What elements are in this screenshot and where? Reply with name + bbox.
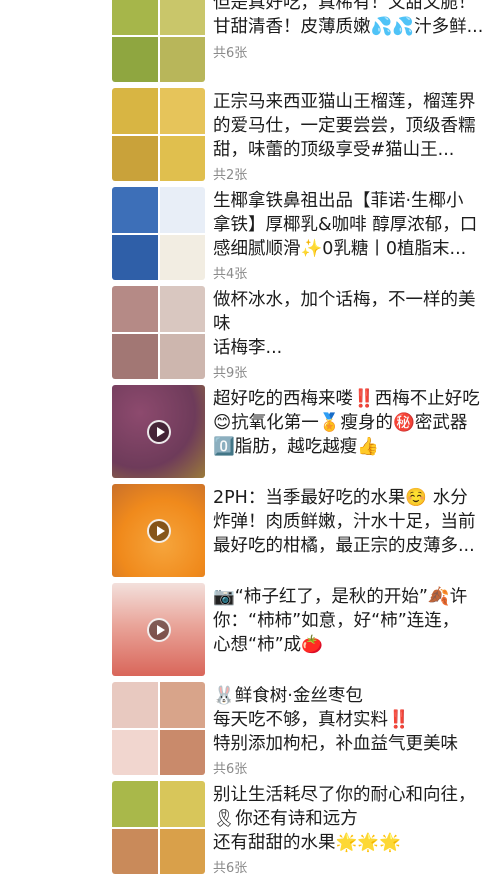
feed-item[interactable]: 📷“柿子红了，是秋的开始”🍂许 你：“柿柿”如意，好“柿”连连， 心想“柿”成🍅	[0, 580, 500, 679]
post-line: 😊抗氧化第一🏅瘦身的㊙️密武器	[213, 413, 468, 433]
thumbnail-photo	[112, 729, 158, 775]
post-line: 的爱马仕，一定要尝尝，顶级香糯	[213, 116, 476, 136]
post-line: 你：“柿柿”如意，好“柿”连连，	[213, 611, 460, 631]
thumbnail-photo	[112, 187, 158, 233]
post-text: 超好吃的西梅来喽‼️西梅不止好吃 😊抗氧化第一🏅瘦身的㊙️密武器 0️⃣脂肪，越…	[213, 387, 485, 459]
thumbnail-grid	[112, 187, 205, 280]
video-thumbnail	[112, 484, 205, 577]
thumbnail-photo	[112, 135, 158, 181]
play-icon[interactable]	[147, 420, 171, 444]
thumbnail-photo	[112, 234, 158, 280]
post-line: 别让生活耗尽了你的耐心和向往，	[213, 785, 476, 805]
post-line: 📷“柿子红了，是秋的开始”🍂许	[213, 587, 468, 607]
image-count: 共4张	[213, 267, 248, 282]
post-text: 但是真好吃，真稀有！又甜又脆！ 甘甜清香！皮薄质嫩💦💦汁多鲜...	[213, 0, 485, 39]
feed-item[interactable]: 2PH：当季最好吃的水果☺️ 水分 炸弹！肉质鲜嫩，汁水十足，当前 最好吃的柑橘…	[0, 481, 500, 580]
thumbnail-photo	[159, 729, 205, 775]
feed-item[interactable]: 正宗马来西亚猫山王榴莲，榴莲界 的爱马仕，一定要尝尝，顶级香糯 甜，味蕾的顶级享…	[0, 85, 500, 184]
image-count: 共2张	[213, 168, 248, 183]
post-line: 味	[213, 314, 231, 334]
thumbnail-photo	[159, 828, 205, 874]
post-line: 心想“柿”成🍅	[213, 635, 323, 655]
image-count: 共6张	[213, 46, 248, 61]
post-text: 🐰鲜食树·金丝枣包 每天吃不够，真材实料‼️ 特别添加枸杞，补血益气更美味	[213, 684, 485, 756]
feed-item[interactable]: 但是真好吃，真稀有！又甜又脆！ 甘甜清香！皮薄质嫩💦💦汁多鲜... 共6张	[0, 0, 500, 85]
thumbnail-grid	[112, 88, 205, 181]
post-line: 0️⃣脂肪，越吃越瘦👍	[213, 437, 380, 457]
feed-item[interactable]: 做杯冰水，加个话梅，不一样的美 味 话梅李... 共9张	[0, 283, 500, 382]
post-line: 但是真好吃，真稀有！又甜又脆！	[213, 0, 476, 13]
post-line: 特别添加枸杞，补血益气更美味	[213, 734, 458, 754]
post-line: 正宗马来西亚猫山王榴莲，榴莲界	[213, 92, 476, 112]
feed-item[interactable]: 🐰鲜食树·金丝枣包 每天吃不够，真材实料‼️ 特别添加枸杞，补血益气更美味 共6…	[0, 679, 500, 778]
play-icon[interactable]	[147, 618, 171, 642]
thumbnail-photo	[159, 36, 205, 82]
post-line: 生椰拿铁鼻祖出品【菲诺·生椰小	[213, 191, 464, 211]
post-line: 超好吃的西梅来喽‼️西梅不止好吃	[213, 389, 480, 409]
post-line: 🐰鲜食树·金丝枣包	[213, 686, 363, 706]
thumbnail-photo	[159, 88, 205, 134]
post-line: 拿铁】厚椰乳&咖啡 醇厚浓郁，口	[213, 215, 478, 235]
thumbnail-photo	[112, 682, 158, 728]
image-count: 共6张	[213, 861, 248, 876]
post-line: 还有甜甜的水果🌟🌟🌟	[213, 833, 401, 853]
thumbnail-grid	[112, 0, 205, 82]
image-count: 共9张	[213, 366, 248, 381]
thumbnail-grid	[112, 781, 205, 874]
thumbnail-photo	[112, 828, 158, 874]
post-text: 生椰拿铁鼻祖出品【菲诺·生椰小 拿铁】厚椰乳&咖啡 醇厚浓郁，口 感细腻顺滑✨0…	[213, 189, 485, 261]
thumbnail-photo	[112, 88, 158, 134]
thumbnail-photo	[112, 36, 158, 82]
image-count: 共6张	[213, 762, 248, 777]
post-text: 📷“柿子红了，是秋的开始”🍂许 你：“柿柿”如意，好“柿”连连， 心想“柿”成🍅	[213, 585, 485, 657]
thumbnail-photo	[159, 135, 205, 181]
thumbnail-photo	[112, 0, 158, 35]
feed-item[interactable]: 生椰拿铁鼻祖出品【菲诺·生椰小 拿铁】厚椰乳&咖啡 醇厚浓郁，口 感细腻顺滑✨0…	[0, 184, 500, 283]
thumbnail-photo	[112, 333, 158, 379]
video-thumbnail	[112, 385, 205, 478]
post-line: 最好吃的柑橘，最正宗的皮薄多...	[213, 536, 475, 556]
thumbnail-photo	[159, 682, 205, 728]
feed-item[interactable]: 别让生活耗尽了你的耐心和向往， 🎗你还有诗和远方 还有甜甜的水果🌟🌟🌟 共6张	[0, 778, 500, 877]
post-line: 🎗你还有诗和远方	[213, 809, 358, 829]
thumbnail-photo	[159, 187, 205, 233]
thumbnail-photo	[159, 286, 205, 332]
post-line: 做杯冰水，加个话梅，不一样的美	[213, 290, 476, 310]
post-line: 感细腻顺滑✨0乳糖丨0植脂末...	[213, 239, 467, 259]
feed-item[interactable]: 超好吃的西梅来喽‼️西梅不止好吃 😊抗氧化第一🏅瘦身的㊙️密武器 0️⃣脂肪，越…	[0, 382, 500, 481]
post-text: 做杯冰水，加个话梅，不一样的美 味 话梅李...	[213, 288, 485, 360]
play-icon[interactable]	[147, 519, 171, 543]
thumbnail-photo	[159, 234, 205, 280]
post-line: 甘甜清香！皮薄质嫩💦💦汁多鲜...	[213, 17, 484, 37]
post-line: 每天吃不够，真材实料‼️	[213, 710, 410, 730]
post-text: 别让生活耗尽了你的耐心和向往， 🎗你还有诗和远方 还有甜甜的水果🌟🌟🌟	[213, 783, 485, 855]
thumbnail-photo	[159, 333, 205, 379]
post-text: 正宗马来西亚猫山王榴莲，榴莲界 的爱马仕，一定要尝尝，顶级香糯 甜，味蕾的顶级享…	[213, 90, 485, 162]
thumbnail-grid	[112, 286, 205, 379]
video-thumbnail	[112, 583, 205, 676]
thumbnail-photo	[159, 0, 205, 35]
post-line: 话梅李...	[213, 338, 283, 358]
post-text: 2PH：当季最好吃的水果☺️ 水分 炸弹！肉质鲜嫩，汁水十足，当前 最好吃的柑橘…	[213, 486, 485, 558]
thumbnail-photo	[112, 286, 158, 332]
post-line: 2PH：当季最好吃的水果☺️ 水分	[213, 488, 468, 508]
post-line: 炸弹！肉质鲜嫩，汁水十足，当前	[213, 512, 476, 532]
thumbnail-photo	[159, 781, 205, 827]
post-line: 甜，味蕾的顶级享受#猫山王...	[213, 140, 455, 160]
feed-list: 但是真好吃，真稀有！又甜又脆！ 甘甜清香！皮薄质嫩💦💦汁多鲜... 共6张 正宗…	[0, 0, 500, 877]
thumbnail-grid	[112, 682, 205, 775]
thumbnail-photo	[112, 781, 158, 827]
